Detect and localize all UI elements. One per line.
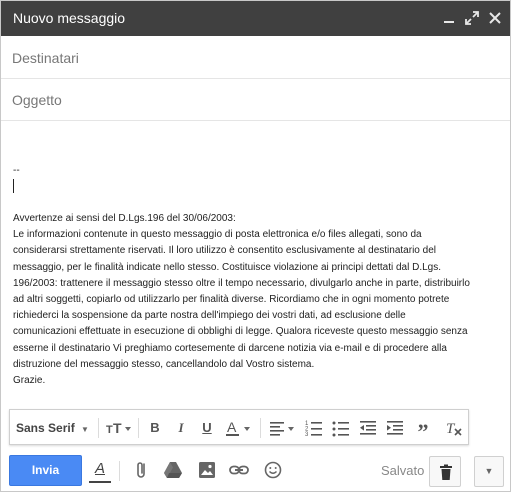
body-line: Le informazioni contenute in questo mess… — [13, 229, 422, 241]
svg-text:T: T — [106, 424, 113, 436]
body-line: 196/2003: trattenere il messaggio stesso… — [13, 277, 470, 289]
underline-icon[interactable]: U — [198, 418, 216, 438]
signature-separator: -- — [13, 165, 20, 176]
font-family-value: Sans Serif — [16, 421, 75, 435]
font-size-icon[interactable]: T T — [104, 418, 134, 438]
svg-text:A: A — [227, 419, 237, 435]
close-icon[interactable] — [486, 9, 504, 27]
bulleted-list-icon[interactable] — [331, 418, 351, 438]
indent-more-icon[interactable] — [385, 418, 405, 438]
formatting-options-icon[interactable]: A — [89, 457, 111, 483]
compose-action-bar: Invia A Salvato ▼ — [1, 451, 510, 491]
italic-icon[interactable]: I — [172, 418, 190, 438]
body-line: considerarsi strettamente riservati. Il … — [13, 245, 436, 257]
toolbar-divider — [138, 418, 139, 438]
quote-icon[interactable]: ” — [413, 418, 433, 444]
toolbar-divider — [260, 418, 261, 438]
align-icon[interactable] — [268, 418, 298, 438]
more-options-button[interactable]: ▼ — [474, 456, 504, 487]
insert-photo-icon[interactable] — [196, 459, 218, 481]
signature-text: Avvertenze ai sensi del D.Lgs.196 del 30… — [13, 211, 503, 389]
saved-status: Salvato — [381, 463, 425, 478]
trash-icon — [437, 463, 455, 481]
body-line: comunicazioni effettuate in esecuzione d… — [13, 326, 468, 338]
formatting-toolbar: Sans Serif ▼ T T B I U A 1 2 3 ” T — [9, 409, 469, 445]
subject-placeholder: Oggetto — [12, 92, 62, 108]
body-line: messaggio, per le finalità indicate nell… — [13, 261, 442, 273]
subject-field[interactable]: Oggetto — [1, 79, 510, 121]
chevron-down-icon: ▼ — [484, 466, 494, 476]
message-body[interactable]: -- Avvertenze ai sensi del D.Lgs.196 del… — [1, 122, 510, 407]
bold-icon[interactable]: B — [146, 418, 164, 438]
body-line: Avvertenze ai sensi del D.Lgs.196 del 30… — [13, 213, 236, 224]
insert-emoji-icon[interactable] — [262, 459, 284, 481]
toolbar-divider — [119, 461, 120, 481]
recipients-placeholder: Destinatari — [12, 50, 79, 66]
attach-file-icon[interactable] — [131, 459, 153, 481]
body-line: ad altri soggetti, copiarlo od utilizzar… — [13, 294, 450, 306]
body-line: Grazie. — [13, 375, 46, 387]
google-drive-icon[interactable] — [162, 459, 184, 481]
toolbar-divider — [98, 418, 99, 438]
svg-text:T: T — [446, 421, 456, 437]
text-cursor — [13, 179, 14, 193]
svg-text:3: 3 — [305, 432, 309, 438]
compose-title: Nuovo messaggio — [13, 10, 126, 26]
fullscreen-icon[interactable] — [463, 9, 481, 27]
text-color-icon[interactable]: A — [224, 418, 254, 438]
send-button[interactable]: Invia — [9, 455, 82, 486]
indent-less-icon[interactable] — [358, 418, 378, 438]
recipients-field[interactable]: Destinatari — [1, 37, 510, 79]
font-family-select[interactable]: Sans Serif ▼ — [16, 418, 96, 438]
body-line: distruzione del messaggio stesso, cancel… — [13, 358, 315, 370]
insert-link-icon[interactable] — [228, 459, 250, 481]
compose-window: Nuovo messaggio Destinatari Oggetto -- A… — [0, 0, 511, 492]
body-line: richiederci la sospensione da parte nost… — [13, 310, 406, 322]
minimize-icon[interactable] — [440, 9, 458, 27]
chevron-down-icon: ▼ — [81, 425, 89, 434]
remove-formatting-icon[interactable]: T — [444, 418, 464, 438]
numbered-list-icon[interactable]: 1 2 3 — [304, 418, 324, 438]
body-line: esserne il destinatario Vi preghiamo cor… — [13, 342, 447, 354]
discard-draft-button[interactable] — [429, 456, 461, 487]
svg-text:T: T — [113, 420, 122, 436]
compose-titlebar[interactable]: Nuovo messaggio — [1, 1, 510, 36]
